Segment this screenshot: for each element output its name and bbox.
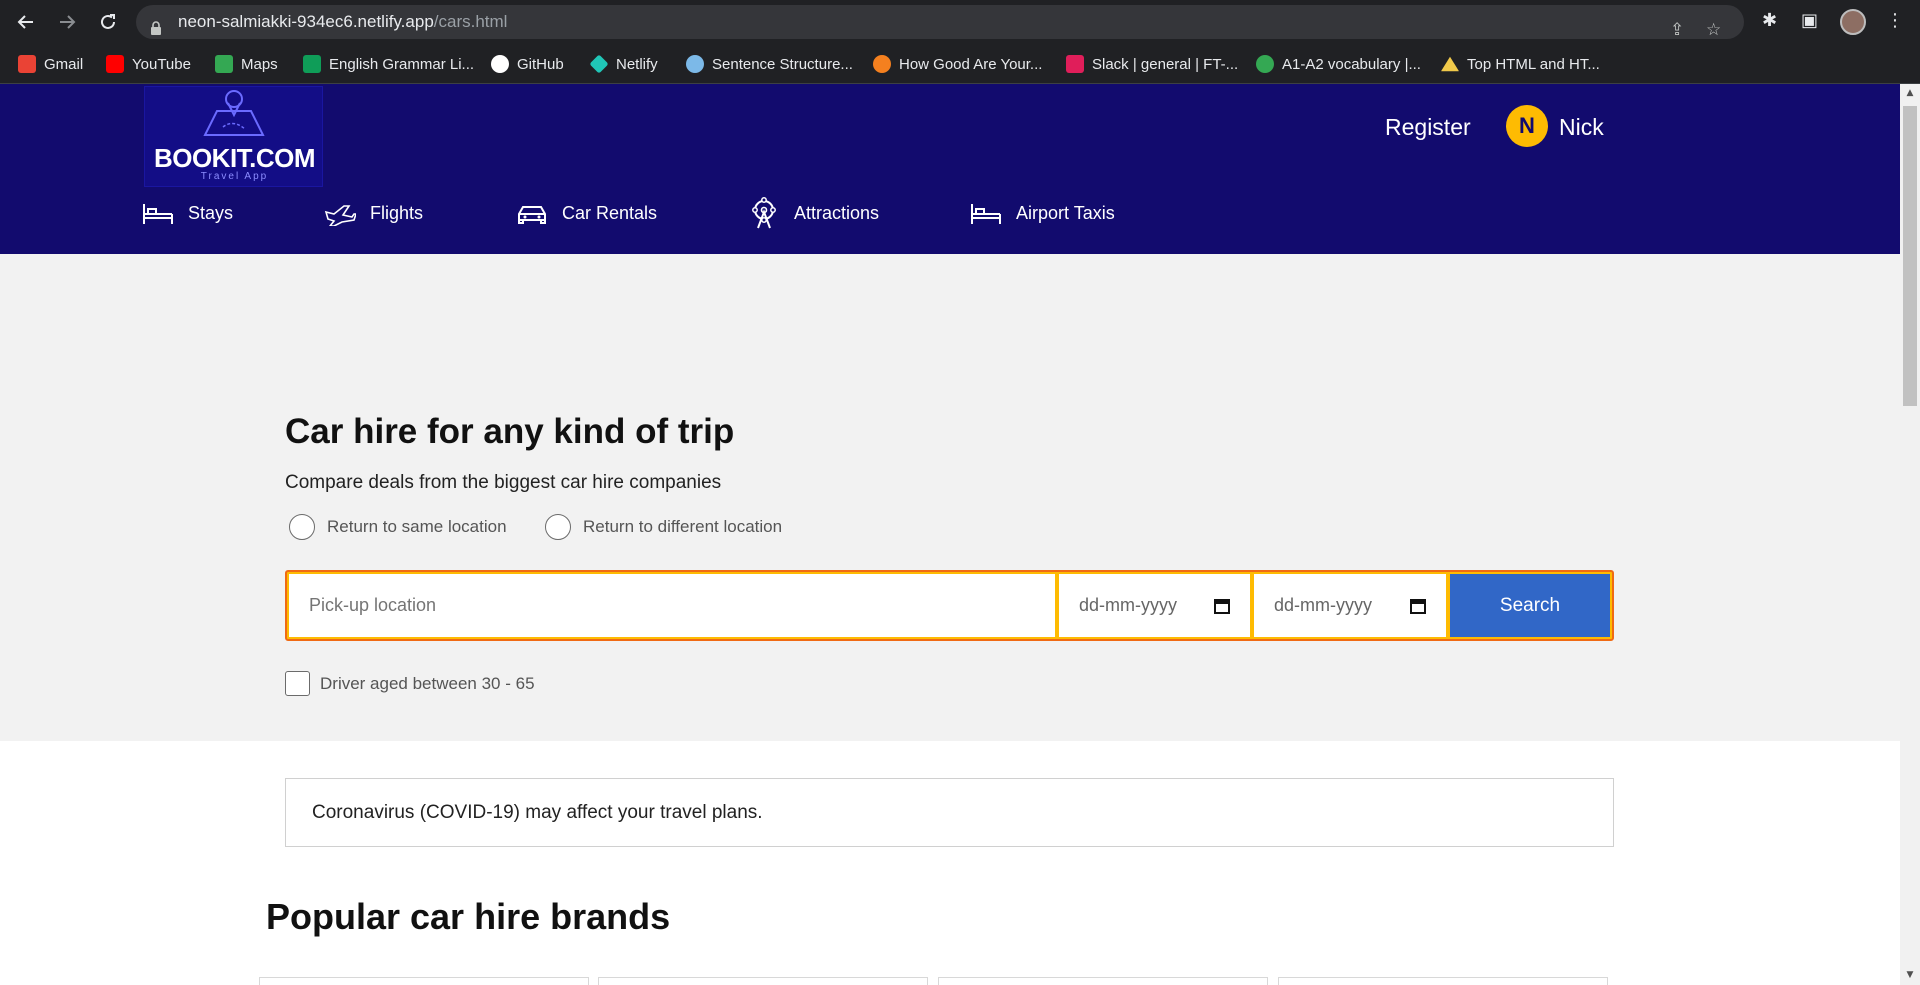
bookmark-english-grammar[interactable]: English Grammar Li... xyxy=(303,53,474,75)
plane-icon xyxy=(324,205,356,226)
brand-card[interactable] xyxy=(938,977,1268,985)
user-avatar[interactable]: N xyxy=(1506,105,1548,147)
github-icon xyxy=(491,55,509,73)
bookmark-sentence-structure[interactable]: Sentence Structure... xyxy=(686,53,853,75)
search-button[interactable]: Search xyxy=(1450,574,1610,637)
bookmark-github[interactable]: GitHub xyxy=(491,53,564,75)
nav-airport-taxis[interactable]: Airport Taxis xyxy=(970,197,1115,229)
search-hero: Car hire for any kind of trip Compare de… xyxy=(0,254,1900,741)
bulb-icon xyxy=(873,55,891,73)
url-domain: neon-salmiakki-934ec6.netlify.app xyxy=(178,12,434,31)
brands-section-title: Popular car hire brands xyxy=(266,896,671,937)
back-icon[interactable] xyxy=(12,8,40,36)
logo-subtext: Travel App xyxy=(200,171,269,182)
forward-icon[interactable] xyxy=(53,8,81,36)
mountain-icon xyxy=(1441,56,1459,72)
bookmark-slack[interactable]: Slack | general | FT-... xyxy=(1066,53,1238,75)
site-header: BOOKIT.COM Travel App Register N Nick St… xyxy=(0,84,1900,254)
menu-icon[interactable]: ⋮ xyxy=(1886,10,1904,31)
lock-icon xyxy=(150,14,162,48)
netlify-icon xyxy=(589,54,609,74)
youtube-icon xyxy=(106,55,124,73)
profile-avatar[interactable] xyxy=(1840,9,1866,35)
brand-card[interactable] xyxy=(598,977,928,985)
bookmark-gmail[interactable]: Gmail xyxy=(18,53,83,75)
nav-stays[interactable]: Stays xyxy=(142,197,233,229)
url-path: /cars.html xyxy=(433,12,508,31)
nav-car-rentals[interactable]: Car Rentals xyxy=(516,197,657,229)
radio-different-location[interactable]: Return to different location xyxy=(545,514,782,540)
map-pin-icon xyxy=(203,90,265,136)
site-logo[interactable]: BOOKIT.COM Travel App xyxy=(144,86,323,187)
driver-age-checkbox[interactable]: Driver aged between 30 - 65 xyxy=(285,671,535,696)
cloud-icon xyxy=(686,55,704,73)
page-viewport: BOOKIT.COM Travel App Register N Nick St… xyxy=(0,84,1900,985)
radio-button[interactable] xyxy=(289,514,315,540)
scroll-up-icon[interactable]: ▲ xyxy=(1904,88,1916,98)
bookmark-youtube[interactable]: YouTube xyxy=(106,53,191,75)
nav-flights[interactable]: Flights xyxy=(324,197,423,229)
slack-icon xyxy=(1066,55,1084,73)
sheets-icon xyxy=(303,55,321,73)
dropoff-date-input[interactable]: dd-mm-yyyy xyxy=(1254,574,1446,637)
brand-card[interactable] xyxy=(259,977,589,985)
nav-attractions[interactable]: Attractions xyxy=(748,197,879,229)
bookmark-netlify[interactable]: Netlify xyxy=(589,53,658,75)
star-icon[interactable]: ☆ xyxy=(1706,13,1721,47)
page-title: Car hire for any kind of trip xyxy=(285,412,735,451)
extensions-icon[interactable]: ✱ xyxy=(1762,10,1777,31)
share-icon[interactable]: ⇪ xyxy=(1670,13,1684,47)
bookmark-how-good[interactable]: How Good Are Your... xyxy=(873,53,1042,75)
register-link[interactable]: Register xyxy=(1385,114,1471,141)
side-panel-icon[interactable]: ▣ xyxy=(1801,10,1818,31)
user-name[interactable]: Nick xyxy=(1559,114,1604,141)
pickup-location-input[interactable]: Pick-up location xyxy=(289,574,1055,637)
gmail-icon xyxy=(18,55,36,73)
bookmarks-bar: Gmail YouTube Maps English Grammar Li...… xyxy=(0,44,1920,84)
ferris-wheel-icon xyxy=(752,197,776,229)
search-form: Pick-up location dd-mm-yyyy dd-mm-yyyy S… xyxy=(285,570,1614,641)
address-bar[interactable]: neon-salmiakki-934ec6.netlify.app/cars.h… xyxy=(136,5,1744,40)
maps-icon xyxy=(215,55,233,73)
calendar-icon[interactable] xyxy=(1214,598,1230,614)
car-icon xyxy=(518,206,546,224)
reload-icon[interactable] xyxy=(94,8,122,36)
calendar-icon[interactable] xyxy=(1410,598,1426,614)
clover-icon xyxy=(1256,55,1274,73)
radio-same-location[interactable]: Return to same location xyxy=(289,514,507,540)
logo-text: BOOKIT.COM xyxy=(153,143,316,173)
bookmark-top-html[interactable]: Top HTML and HT... xyxy=(1441,53,1600,75)
scrollbar-thumb[interactable] xyxy=(1903,106,1917,406)
bed-icon xyxy=(971,204,1001,224)
bed-icon xyxy=(143,204,173,224)
page-subtitle: Compare deals from the biggest car hire … xyxy=(285,472,722,493)
scroll-down-icon[interactable]: ▼ xyxy=(1904,970,1916,980)
pickup-date-input[interactable]: dd-mm-yyyy xyxy=(1059,574,1250,637)
brand-card[interactable] xyxy=(1278,977,1608,985)
browser-toolbar: neon-salmiakki-934ec6.netlify.app/cars.h… xyxy=(0,0,1920,44)
covid-notice[interactable]: Coronavirus (COVID-19) may affect your t… xyxy=(285,778,1614,847)
bookmark-maps[interactable]: Maps xyxy=(215,53,278,75)
checkbox[interactable] xyxy=(285,671,310,696)
bookmark-vocabulary[interactable]: A1-A2 vocabulary |... xyxy=(1256,53,1421,75)
radio-button[interactable] xyxy=(545,514,571,540)
